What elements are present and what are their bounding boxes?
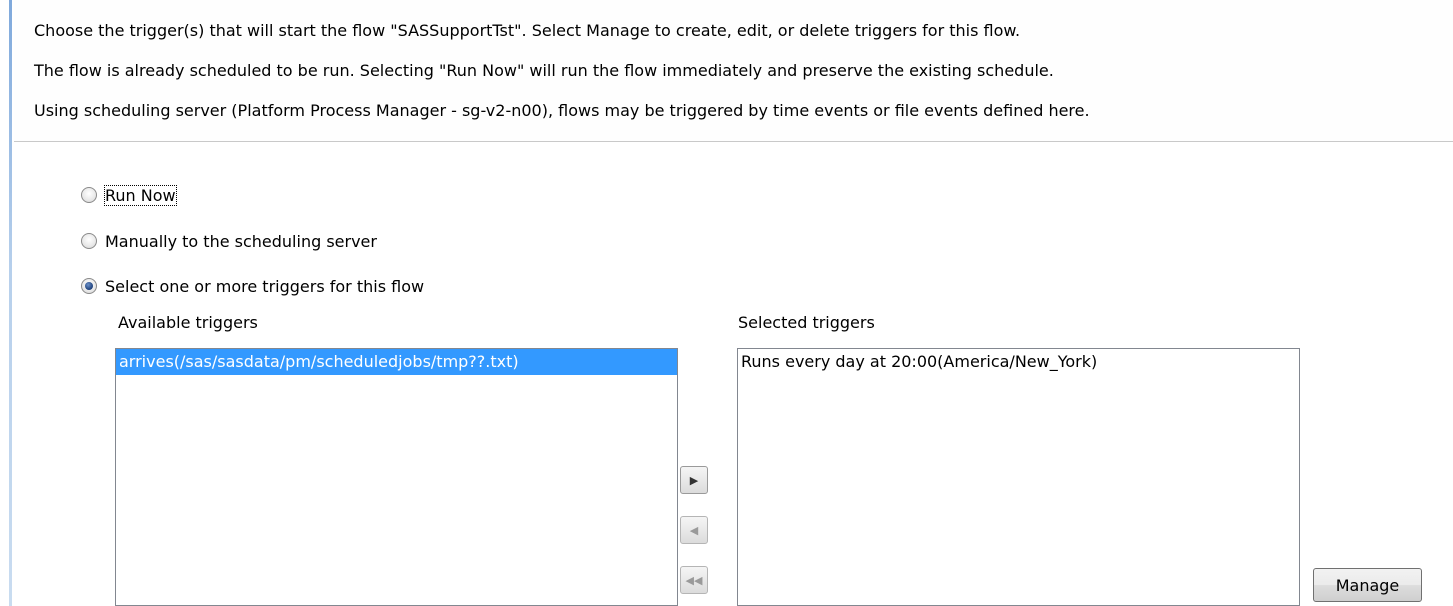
available-triggers-label: Available triggers (118, 313, 258, 332)
run-now-option[interactable]: Run Now (81, 183, 177, 207)
manual-radio[interactable] (81, 233, 97, 249)
list-item[interactable]: Runs every day at 20:00(America/New_York… (738, 349, 1299, 375)
double-arrow-left-icon: ◀◀ (685, 573, 703, 587)
manual-option[interactable]: Manually to the scheduling server (81, 229, 377, 253)
select-triggers-radio[interactable] (81, 278, 97, 294)
arrow-left-icon: ◀ (689, 523, 699, 537)
available-triggers-list[interactable]: arrives(/sas/sasdata/pm/scheduledjobs/tm… (115, 348, 678, 606)
remove-all-triggers-button[interactable]: ◀◀ (680, 566, 708, 594)
window-left-border (0, 0, 12, 606)
instruction-line-1: Choose the trigger(s) that will start th… (34, 21, 1021, 40)
run-now-radio[interactable] (81, 187, 97, 203)
select-triggers-label[interactable]: Select one or more triggers for this flo… (105, 277, 424, 296)
selected-triggers-label: Selected triggers (738, 313, 875, 332)
select-triggers-option[interactable]: Select one or more triggers for this flo… (81, 274, 424, 298)
list-item[interactable]: arrives(/sas/sasdata/pm/scheduledjobs/tm… (116, 349, 677, 375)
manual-label[interactable]: Manually to the scheduling server (105, 232, 377, 251)
run-now-label[interactable]: Run Now (104, 184, 177, 206)
arrow-right-icon: ▶ (689, 473, 699, 487)
radio-selected-dot (85, 282, 93, 290)
add-trigger-button[interactable]: ▶ (680, 466, 708, 494)
manage-button[interactable]: Manage (1313, 568, 1422, 602)
instruction-line-2: The flow is already scheduled to be run.… (34, 61, 1054, 80)
remove-trigger-button[interactable]: ◀ (680, 516, 708, 544)
instruction-line-3: Using scheduling server (Platform Proces… (34, 101, 1090, 120)
selected-triggers-list[interactable]: Runs every day at 20:00(America/New_York… (737, 348, 1300, 606)
instructions-panel: Choose the trigger(s) that will start th… (14, 0, 1453, 142)
